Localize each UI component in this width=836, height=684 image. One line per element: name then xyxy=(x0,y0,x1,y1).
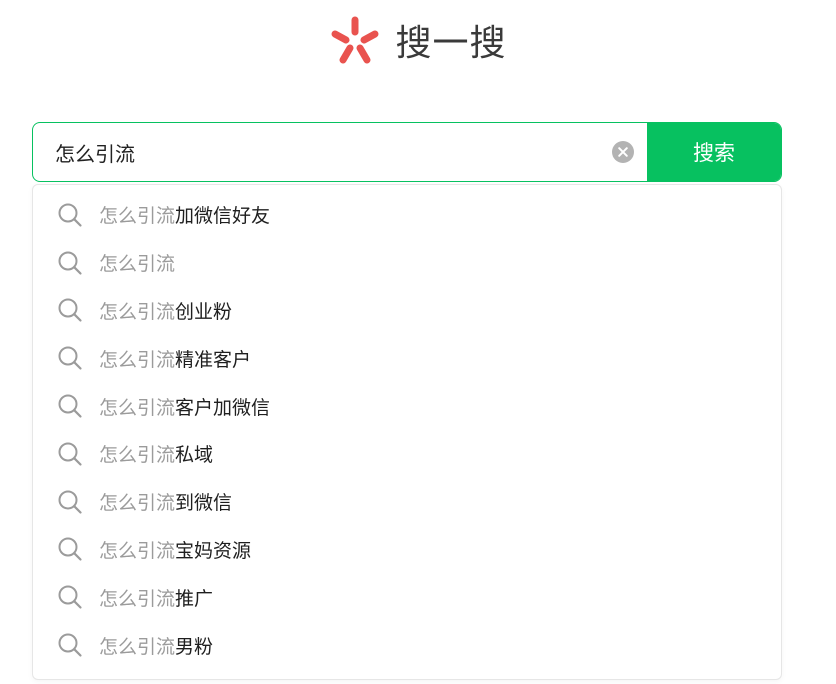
suggestion-rest-text: 私域 xyxy=(175,444,214,467)
suggestion-text: 怎么引流男粉 xyxy=(99,632,213,659)
page-title: 搜一搜 xyxy=(395,23,507,64)
search-icon xyxy=(58,346,82,370)
suggestion-text: 怎么引流私域 xyxy=(99,440,213,467)
suggestion-text: 怎么引流宝妈资源 xyxy=(99,536,251,563)
search-icon xyxy=(58,442,82,466)
suggestion-match-text: 怎么引流 xyxy=(99,253,176,276)
suggestion-text: 怎么引流 xyxy=(99,249,175,276)
suggestion-text: 怎么引流到微信 xyxy=(99,488,232,515)
search-icon xyxy=(58,537,82,562)
search-icon xyxy=(58,394,82,418)
suggestion-rest-text: 精准客户 xyxy=(175,348,252,371)
suggestion-match-text: 怎么引流 xyxy=(99,396,176,419)
search-icon xyxy=(58,633,82,657)
suggestion-rest-text: 到微信 xyxy=(175,492,233,515)
search-button[interactable]: 搜索 xyxy=(647,123,781,181)
suggestion-rest-text: 加微信好友 xyxy=(175,205,271,228)
suggestion-text: 怎么引流加微信好友 xyxy=(99,201,270,228)
suggestion-rest-text: 创业粉 xyxy=(175,300,233,323)
brand-header: 搜一搜 xyxy=(0,14,836,66)
suggestion-item[interactable]: 怎么引流创业粉 xyxy=(33,287,781,335)
suggestion-match-text: 怎么引流 xyxy=(99,492,176,515)
suggestion-item[interactable]: 怎么引流客户加微信 xyxy=(33,382,781,430)
suggestion-text: 怎么引流推广 xyxy=(99,584,213,611)
suggestion-text: 怎么引流精准客户 xyxy=(99,345,251,372)
search-bar: 搜索 xyxy=(32,122,782,182)
suggestion-item[interactable]: 怎么引流推广 xyxy=(33,573,781,621)
suggestion-item[interactable]: 怎么引流私域 xyxy=(33,430,781,478)
suggestion-match-text: 怎么引流 xyxy=(99,444,176,467)
search-input[interactable] xyxy=(33,123,599,181)
suggestion-match-text: 怎么引流 xyxy=(99,205,176,228)
sousuo-logo-icon xyxy=(331,16,379,64)
suggestion-match-text: 怎么引流 xyxy=(99,635,176,658)
search-icon xyxy=(58,490,82,514)
suggestion-rest-text: 客户加微信 xyxy=(175,396,271,419)
search-icon xyxy=(58,203,82,227)
suggestion-text: 怎么引流创业粉 xyxy=(99,297,232,324)
clear-circle-icon xyxy=(612,141,634,163)
search-icon xyxy=(58,585,82,609)
suggestion-match-text: 怎么引流 xyxy=(99,587,176,610)
suggestion-item[interactable]: 怎么引流 xyxy=(33,239,781,287)
suggestion-item[interactable]: 怎么引流宝妈资源 xyxy=(33,526,781,574)
clear-button[interactable] xyxy=(599,123,647,181)
suggestion-match-text: 怎么引流 xyxy=(99,300,176,323)
suggestion-list: 怎么引流加微信好友 怎么引流 怎么引流创业粉 怎么引流精准客户 怎么引流客户加微信 怎么引… xyxy=(32,184,782,680)
suggestion-text: 怎么引流客户加微信 xyxy=(99,393,270,420)
suggestion-item[interactable]: 怎么引流男粉 xyxy=(33,621,781,669)
suggestion-rest-text: 宝妈资源 xyxy=(175,539,252,562)
suggestion-rest-text: 男粉 xyxy=(175,635,214,658)
suggestion-item[interactable]: 怎么引流精准客户 xyxy=(33,334,781,382)
suggestion-item[interactable]: 怎么引流到微信 xyxy=(33,478,781,526)
suggestion-item[interactable]: 怎么引流加微信好友 xyxy=(33,191,781,239)
suggestion-match-text: 怎么引流 xyxy=(99,539,176,562)
search-icon xyxy=(58,251,82,275)
search-icon xyxy=(58,298,82,323)
suggestion-rest-text: 推广 xyxy=(175,587,214,610)
suggestion-match-text: 怎么引流 xyxy=(99,348,176,371)
